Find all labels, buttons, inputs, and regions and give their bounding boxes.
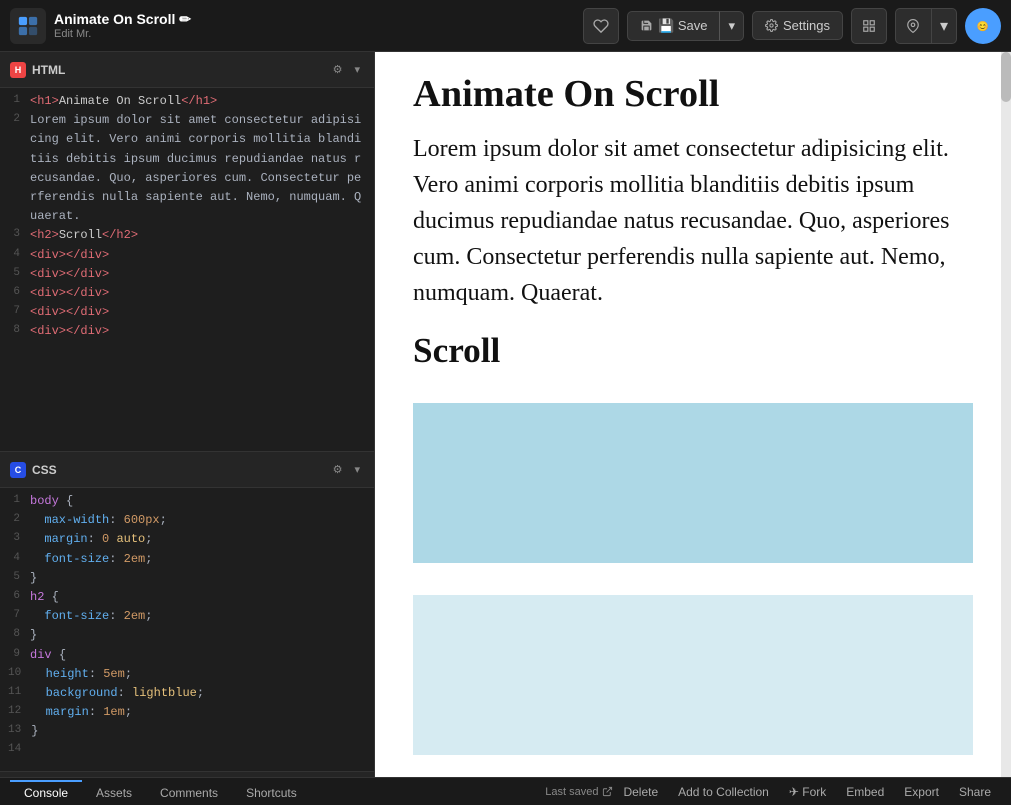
code-line-1: 1 <h1>Animate On Scroll</h1>: [0, 92, 374, 111]
css-line-10: 10 height: 5em;: [0, 665, 374, 684]
css-line-3: 3 margin: 0 auto;: [0, 530, 374, 549]
fork-button[interactable]: ✈ Fork: [779, 785, 836, 799]
css-line-2: 2 max-width: 600px;: [0, 511, 374, 530]
code-panels: H HTML ⚙ ▾ 1 <h1>Animate On Scroll</h1> …: [0, 52, 374, 777]
embed-button[interactable]: Embed: [836, 785, 894, 799]
user-avatar[interactable]: 😊: [965, 8, 1001, 44]
preview-p: Lorem ipsum dolor sit amet consectetur a…: [413, 131, 973, 311]
settings-button[interactable]: Settings: [752, 11, 843, 40]
save-caret[interactable]: ▾: [719, 11, 744, 41]
css-collapse-btn[interactable]: ▾: [350, 461, 364, 478]
css-line-5: 5 }: [0, 569, 374, 588]
preview-scrollbar-track[interactable]: [1001, 52, 1011, 777]
css-line-11: 11 background: lightblue;: [0, 684, 374, 703]
pin-button-group: ▾: [895, 8, 957, 44]
css-code-area[interactable]: 1 body { 2 max-width: 600px; 3 margin: 0…: [0, 488, 374, 771]
html-icon: H: [10, 62, 26, 78]
css-line-6: 6 h2 {: [0, 588, 374, 607]
css-panel-actions: ⚙ ▾: [329, 461, 364, 478]
layout-button[interactable]: [851, 8, 887, 44]
main-area: H HTML ⚙ ▾ 1 <h1>Animate On Scroll</h1> …: [0, 52, 1011, 777]
project-title-group: Animate On Scroll ✏ Edit Mr.: [54, 11, 191, 40]
last-saved-text: Last saved: [545, 786, 598, 798]
css-line-13: 13 }: [0, 722, 374, 741]
bottom-bar: Console Assets Comments Shortcuts Last s…: [0, 777, 1011, 805]
svg-text:😊: 😊: [977, 20, 989, 32]
css-line-8: 8 }: [0, 626, 374, 645]
html-panel-actions: ⚙ ▾: [329, 61, 364, 78]
css-line-9: 9 div {: [0, 646, 374, 665]
delete-button[interactable]: Delete: [613, 785, 668, 799]
project-name: Animate On Scroll ✏: [54, 11, 191, 28]
code-line-3: 3 <h2>Scroll</h2>: [0, 226, 374, 245]
code-line-2: 2 Lorem ipsum dolor sit amet consectetur…: [0, 111, 374, 226]
pin-caret[interactable]: ▾: [931, 8, 957, 44]
add-to-collection-button[interactable]: Add to Collection: [668, 785, 779, 799]
tab-console[interactable]: Console: [10, 780, 82, 804]
tab-assets[interactable]: Assets: [82, 780, 146, 804]
preview-div-2: [413, 595, 973, 755]
pin-button[interactable]: [895, 8, 931, 44]
settings-label: Settings: [783, 18, 830, 33]
code-line-4: 4 <div></div>: [0, 246, 374, 265]
export-button[interactable]: Export: [894, 785, 949, 799]
html-panel-header: H HTML ⚙ ▾: [0, 52, 374, 88]
save-label: 💾 Save: [658, 18, 707, 34]
html-label: HTML: [32, 63, 323, 77]
css-panel: C CSS ⚙ ▾ 1 body { 2 max-width: 600px;: [0, 452, 374, 772]
topbar: Animate On Scroll ✏ Edit Mr. 💾 Save ▾ Se…: [0, 0, 1011, 52]
save-button-group: 💾 Save ▾: [627, 11, 744, 41]
preview-h2: Scroll: [413, 331, 973, 371]
css-icon: C: [10, 462, 26, 478]
css-settings-btn[interactable]: ⚙: [329, 461, 347, 478]
preview-scrollbar-thumb[interactable]: [1001, 52, 1011, 102]
save-button[interactable]: 💾 Save: [627, 11, 719, 41]
external-link-icon: [602, 786, 613, 797]
share-button[interactable]: Share: [949, 785, 1001, 799]
html-code-area[interactable]: 1 <h1>Animate On Scroll</h1> 2 Lorem ips…: [0, 88, 374, 451]
preview-div-1: [413, 403, 973, 563]
like-button[interactable]: [583, 8, 619, 44]
preview-h1: Animate On Scroll: [413, 72, 973, 116]
html-collapse-btn[interactable]: ▾: [350, 61, 364, 78]
tab-comments[interactable]: Comments: [146, 780, 232, 804]
css-panel-header: C CSS ⚙ ▾: [0, 452, 374, 488]
tab-shortcuts[interactable]: Shortcuts: [232, 780, 311, 804]
css-line-7: 7 font-size: 2em;: [0, 607, 374, 626]
css-label: CSS: [32, 463, 323, 477]
css-line-12: 12 margin: 1em;: [0, 703, 374, 722]
html-panel: H HTML ⚙ ▾ 1 <h1>Animate On Scroll</h1> …: [0, 52, 374, 452]
last-saved-status: Last saved: [545, 786, 613, 798]
code-line-8: 8 <div></div>: [0, 322, 374, 341]
preview-content: Animate On Scroll Lorem ipsum dolor sit …: [393, 52, 993, 777]
code-line-6: 6 <div></div>: [0, 284, 374, 303]
app-logo: [10, 8, 46, 44]
css-line-14: 14: [0, 741, 374, 760]
left-panel: H HTML ⚙ ▾ 1 <h1>Animate On Scroll</h1> …: [0, 52, 375, 777]
html-settings-btn[interactable]: ⚙: [329, 61, 347, 78]
preview-area[interactable]: Animate On Scroll Lorem ipsum dolor sit …: [375, 52, 1011, 777]
css-line-4: 4 font-size: 2em;: [0, 550, 374, 569]
code-line-5: 5 <div></div>: [0, 265, 374, 284]
project-sub: Edit Mr.: [54, 28, 191, 40]
css-line-1: 1 body {: [0, 492, 374, 511]
code-line-7: 7 <div></div>: [0, 303, 374, 322]
